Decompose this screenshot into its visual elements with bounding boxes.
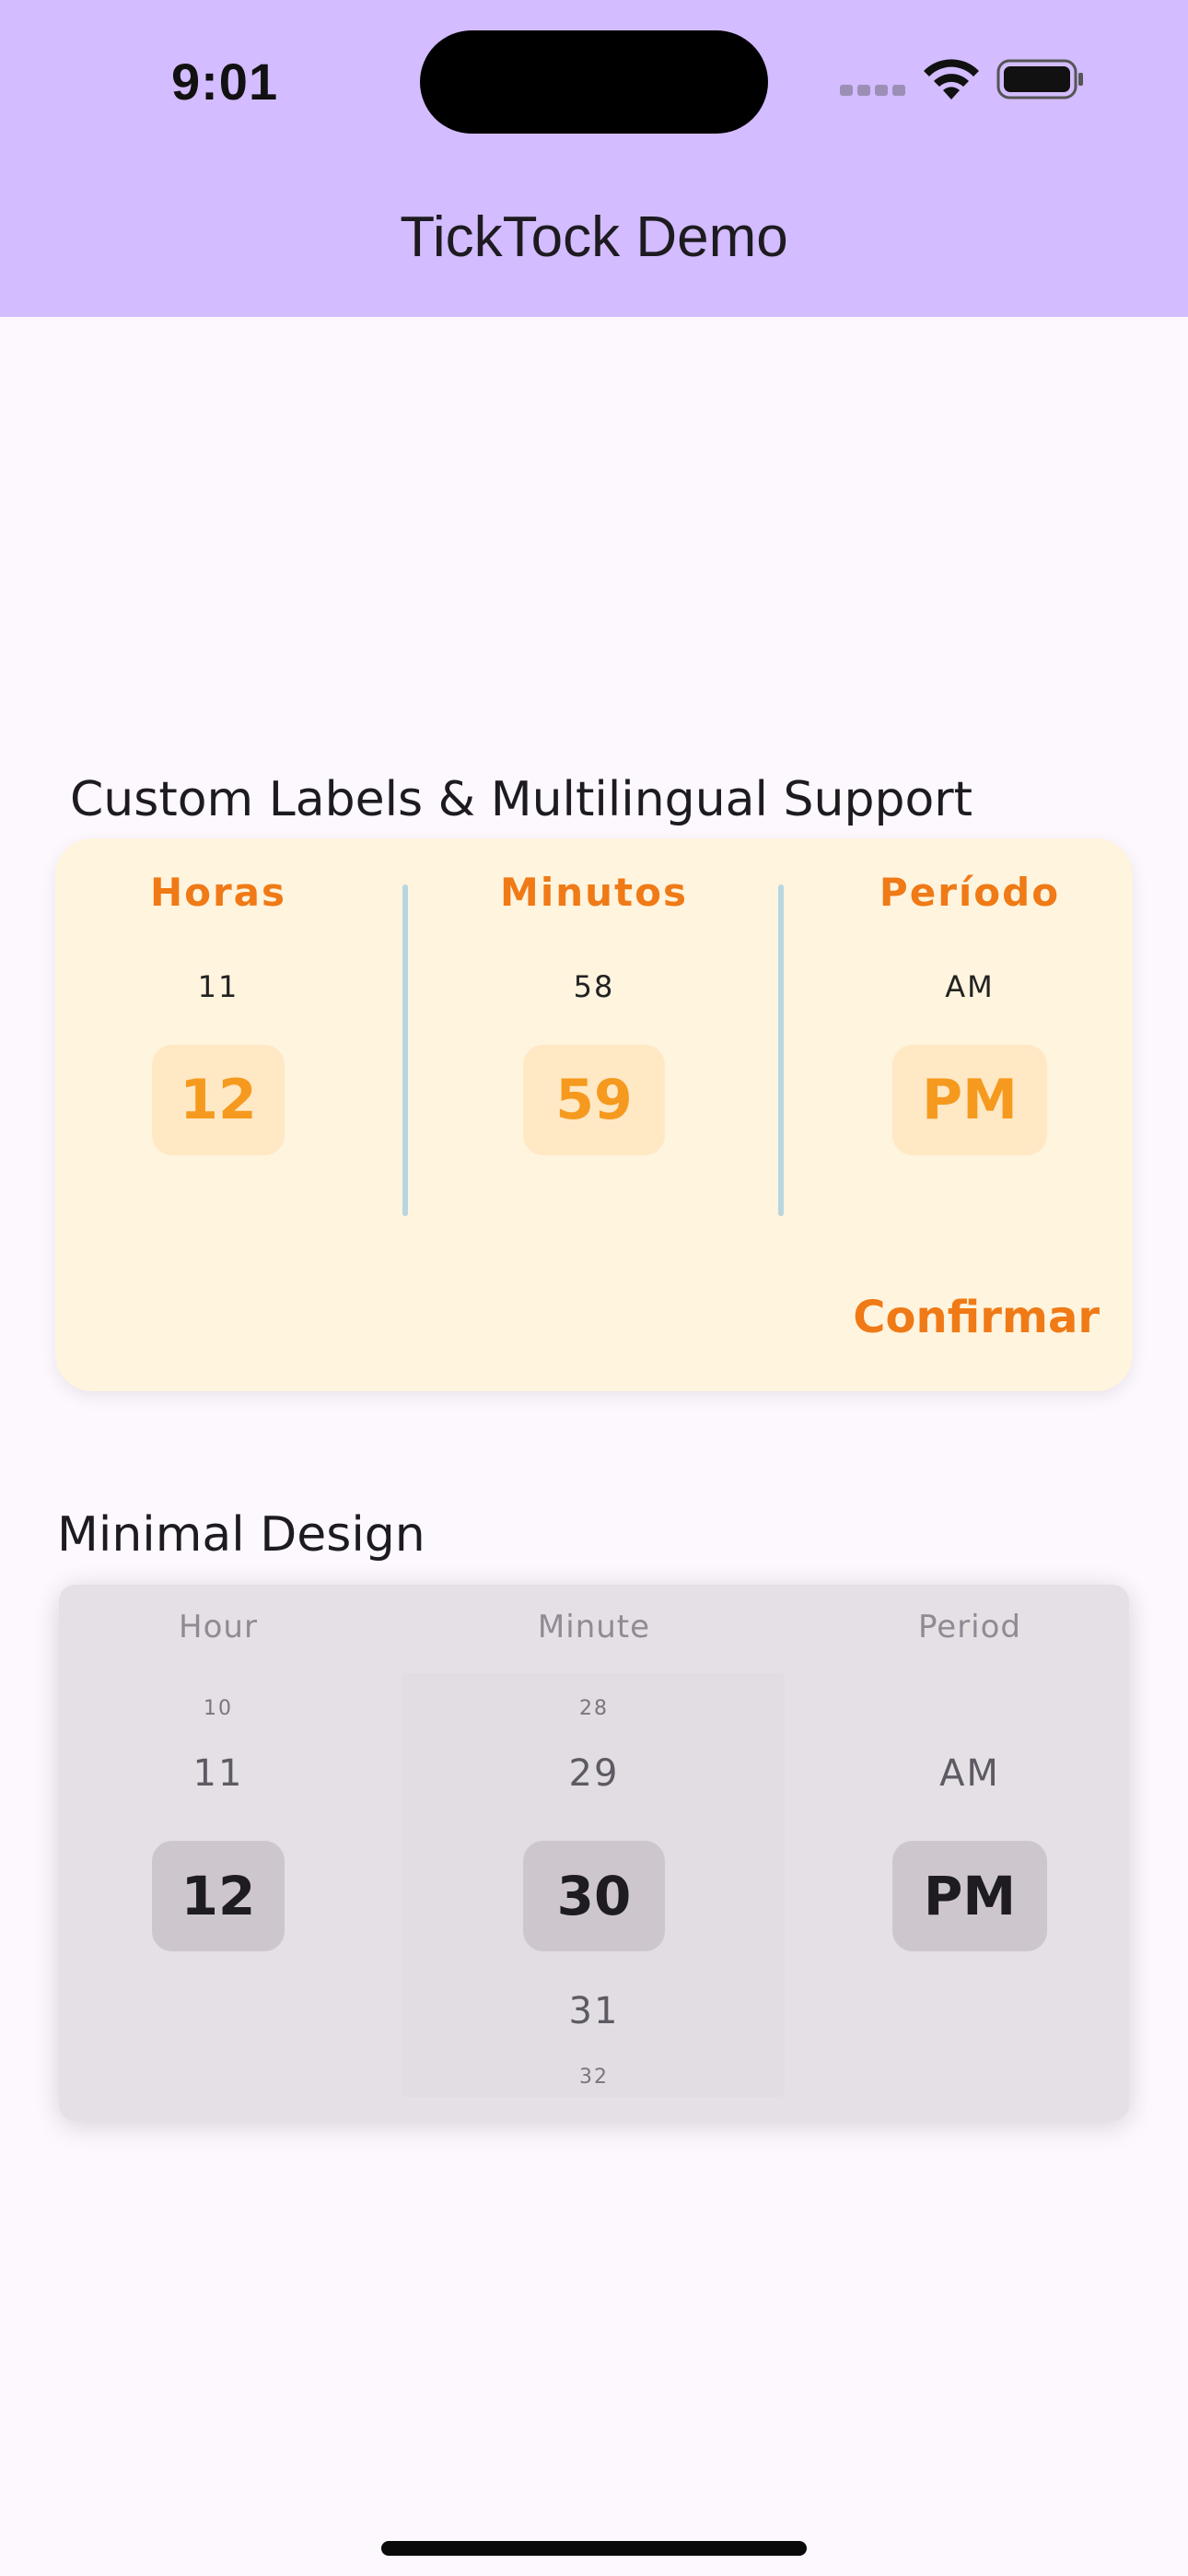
hour-option[interactable]: 11 xyxy=(99,1752,338,1795)
period-option[interactable]: AM xyxy=(850,1752,1089,1795)
minute-option[interactable]: 58 xyxy=(474,969,714,1004)
minute-option[interactable]: 29 xyxy=(474,1752,714,1795)
hour-column-label: Horas xyxy=(149,870,287,915)
minute-option[interactable]: 28 xyxy=(474,1697,714,1720)
hour-column-label: Hour xyxy=(179,1609,258,1645)
app-bar: 9:01 TickTock Demo xyxy=(0,0,1188,317)
dynamic-island xyxy=(420,30,768,134)
battery-icon xyxy=(996,59,1083,100)
period-option[interactable]: AM xyxy=(850,969,1089,1004)
period-selected[interactable]: PM xyxy=(892,1841,1047,1951)
minute-option[interactable]: 31 xyxy=(474,1990,714,2032)
home-indicator[interactable] xyxy=(381,2541,807,2556)
hour-option[interactable]: 11 xyxy=(99,969,338,1004)
screen: 9:01 TickTock Demo Custom Labels & Multi… xyxy=(0,0,1188,2576)
period-column-label: Period xyxy=(917,1609,1022,1645)
cellular-signal-icon xyxy=(840,85,906,96)
minimal-time-picker: Hour Minute Period 10 11 12 28 29 30 31 … xyxy=(59,1585,1129,2121)
hour-selected[interactable]: 12 xyxy=(152,1045,285,1155)
section-title-minimal: Minimal Design xyxy=(57,1507,425,1563)
minute-selected[interactable]: 59 xyxy=(523,1045,665,1155)
period-column-label: Período xyxy=(879,870,1061,915)
minute-option[interactable]: 32 xyxy=(474,2066,714,2089)
minute-column-label: Minutos xyxy=(500,870,688,915)
custom-time-picker: Horas Minutos Período 11 58 AM 12 59 PM … xyxy=(55,838,1133,1391)
confirm-button[interactable]: Confirmar xyxy=(853,1292,1100,1343)
column-divider xyxy=(402,884,408,1216)
app-title: TickTock Demo xyxy=(400,205,788,269)
hour-option[interactable]: 10 xyxy=(99,1697,338,1720)
status-time: 9:01 xyxy=(171,53,279,111)
period-selected[interactable]: PM xyxy=(892,1045,1047,1155)
column-divider xyxy=(778,884,784,1216)
minute-column-label: Minute xyxy=(537,1609,651,1645)
section-title-custom: Custom Labels & Multilingual Support xyxy=(70,772,973,827)
hour-selected[interactable]: 12 xyxy=(152,1841,285,1951)
minute-selected[interactable]: 30 xyxy=(523,1841,665,1951)
wifi-icon xyxy=(924,59,979,100)
